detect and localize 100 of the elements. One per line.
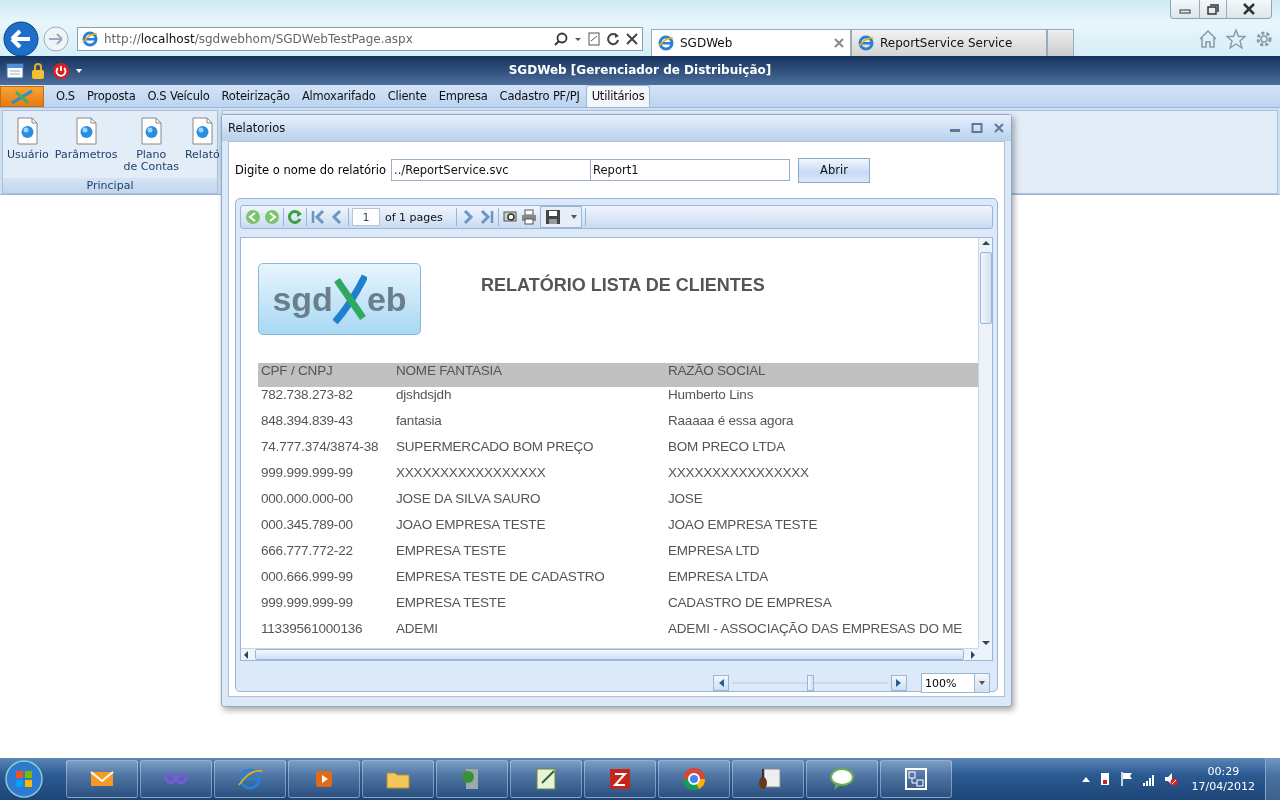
column-header: CPF / CNPJ [258,363,393,387]
taskbar-button[interactable] [140,760,212,798]
back-icon[interactable] [3,21,39,57]
menu-tab[interactable]: Proposta [80,88,142,107]
column-header: NOME FANTASIA [393,363,665,387]
scroll-up-icon[interactable] [981,238,990,248]
table-cell-text: ADEMI [395,621,439,638]
browser-tab[interactable]: ReportService Service [851,29,1047,56]
table-cell-text: BOM PRECO LTDA [667,439,786,456]
search-icon[interactable] [554,32,568,46]
service-url-field[interactable]: ../ReportService.svc [391,159,592,181]
report-title: RELATÓRIO LISTA DE CLIENTES [481,275,765,296]
zoom-field[interactable]: 100% [921,673,990,693]
table-cell-text: 666.777.772-22 [260,543,354,560]
globe-document-icon [16,117,40,145]
menu-tab[interactable]: Empresa [432,88,494,107]
scroll-right-icon[interactable] [968,650,978,659]
arrow-left-icon [718,679,724,687]
maximize-icon[interactable] [971,122,983,134]
save-dropdown[interactable] [539,206,582,228]
table-cell-text: 000.000.000-00 [260,491,354,508]
report-name-field[interactable]: Report1 [590,159,791,181]
ribbon-button[interactable]: Plano de Contas [121,117,181,178]
ie-icon [658,35,674,51]
browser-tab[interactable]: SGDWeb [651,29,851,56]
vertical-scrollbar[interactable] [978,238,992,648]
scroll-thumb[interactable] [979,252,992,324]
home-icon[interactable] [1198,29,1218,49]
table-cell-text: 11339561000136 [260,621,364,638]
refresh-icon[interactable] [606,32,620,46]
ribbon-button[interactable]: Relató [182,117,222,178]
table-cell-text: EMPRESA TESTE [395,543,507,560]
table-cell-text: 848.394.839-43 [260,413,354,430]
scroll-down-icon[interactable] [981,638,990,648]
taskbar-button[interactable] [584,760,656,798]
caret-icon[interactable] [76,67,82,74]
flag-icon[interactable] [1119,771,1134,787]
menu-tab[interactable]: Almoxarifado [295,88,382,107]
favorites-star-icon[interactable] [1226,29,1246,49]
globe-document-icon [139,117,163,145]
speech-bubble-icon [828,765,856,793]
lock-icon[interactable] [30,61,46,80]
taskbar-button[interactable] [880,760,952,798]
taskbar-button[interactable] [510,760,582,798]
taskbar-button[interactable] [66,760,138,798]
menu-tab[interactable]: Cadastro PF/PJ [493,88,586,107]
ribbon-button[interactable]: Parâmetros [52,117,120,178]
table-cell-text: JOAO EMPRESA TESTE [667,517,819,534]
first-page-icon[interactable] [310,209,326,225]
table-cell-text: 999.999.999-99 [260,465,354,482]
taskbar-button[interactable] [362,760,434,798]
ribbon-button[interactable]: Usuário [5,117,51,178]
caret-icon[interactable] [979,681,985,685]
taskbar-button[interactable] [732,760,804,798]
window-icon[interactable] [6,61,24,80]
x-mark-icon [332,274,367,324]
menu-tab[interactable]: O.S Veículo [141,88,216,107]
clock-date: 17/04/2012 [1191,779,1255,794]
taskbar-button[interactable] [806,760,878,798]
start-orb-icon[interactable] [4,759,44,799]
last-page-icon[interactable] [478,209,495,225]
taskbar-button[interactable] [214,760,286,798]
logo-text: sgd [272,279,333,319]
compatibility-icon[interactable] [588,32,600,46]
volume-muted-icon[interactable] [1163,771,1178,787]
tab-label: ReportService Service [880,36,1014,50]
url-text: http://localhost/sgdwebhom/SGDWebTestPage.aspx [104,32,414,46]
menu-tab[interactable]: Utilitários [585,85,651,107]
ie-icon [82,31,98,47]
table-cell-text: 999.999.999-99 [260,595,354,612]
logo-text: eb [366,279,407,319]
chrome-icon [680,765,708,793]
slider-thumb[interactable] [807,675,814,691]
power-icon[interactable] [52,61,70,80]
taskbar-button[interactable] [436,760,508,798]
show-desktop-button[interactable] [1265,758,1280,800]
address-field[interactable]: http://localhost/sgdwebhom/SGDWebTestPage.aspx [77,27,643,51]
print-preview-icon[interactable] [501,209,518,225]
table-cell-text: EMPRESA LTD [667,543,761,560]
app-title: SGDWeb [Gerenciador de Distribuição] [508,63,772,77]
page-number-field[interactable]: 1 [352,208,380,226]
taskbar-button[interactable] [288,760,360,798]
menu-tab[interactable]: Cliente [381,88,433,107]
zoom-in-button[interactable] [891,675,907,691]
zoom-out-button[interactable] [713,675,729,691]
close-icon[interactable] [626,32,638,46]
settings-icon[interactable] [1254,29,1274,49]
globe-document-icon [74,117,98,145]
open-button[interactable]: Abrir [798,157,871,183]
zoom-value: 100% [925,676,957,690]
clock-time: 00:29 [1207,764,1240,779]
print-icon[interactable] [520,209,537,225]
menu-tab[interactable]: O.S [50,88,81,107]
ribbon-group-label: Principal [3,178,217,193]
zoom-slider[interactable] [730,675,890,691]
taskbar-button[interactable] [658,760,730,798]
menu-tab[interactable]: Roteirização [215,88,296,107]
table-cell-text: fantasia [395,413,443,430]
show-hidden-icons-icon[interactable] [1081,776,1090,782]
table-cell-text: JOAO EMPRESA TESTE [395,517,547,534]
